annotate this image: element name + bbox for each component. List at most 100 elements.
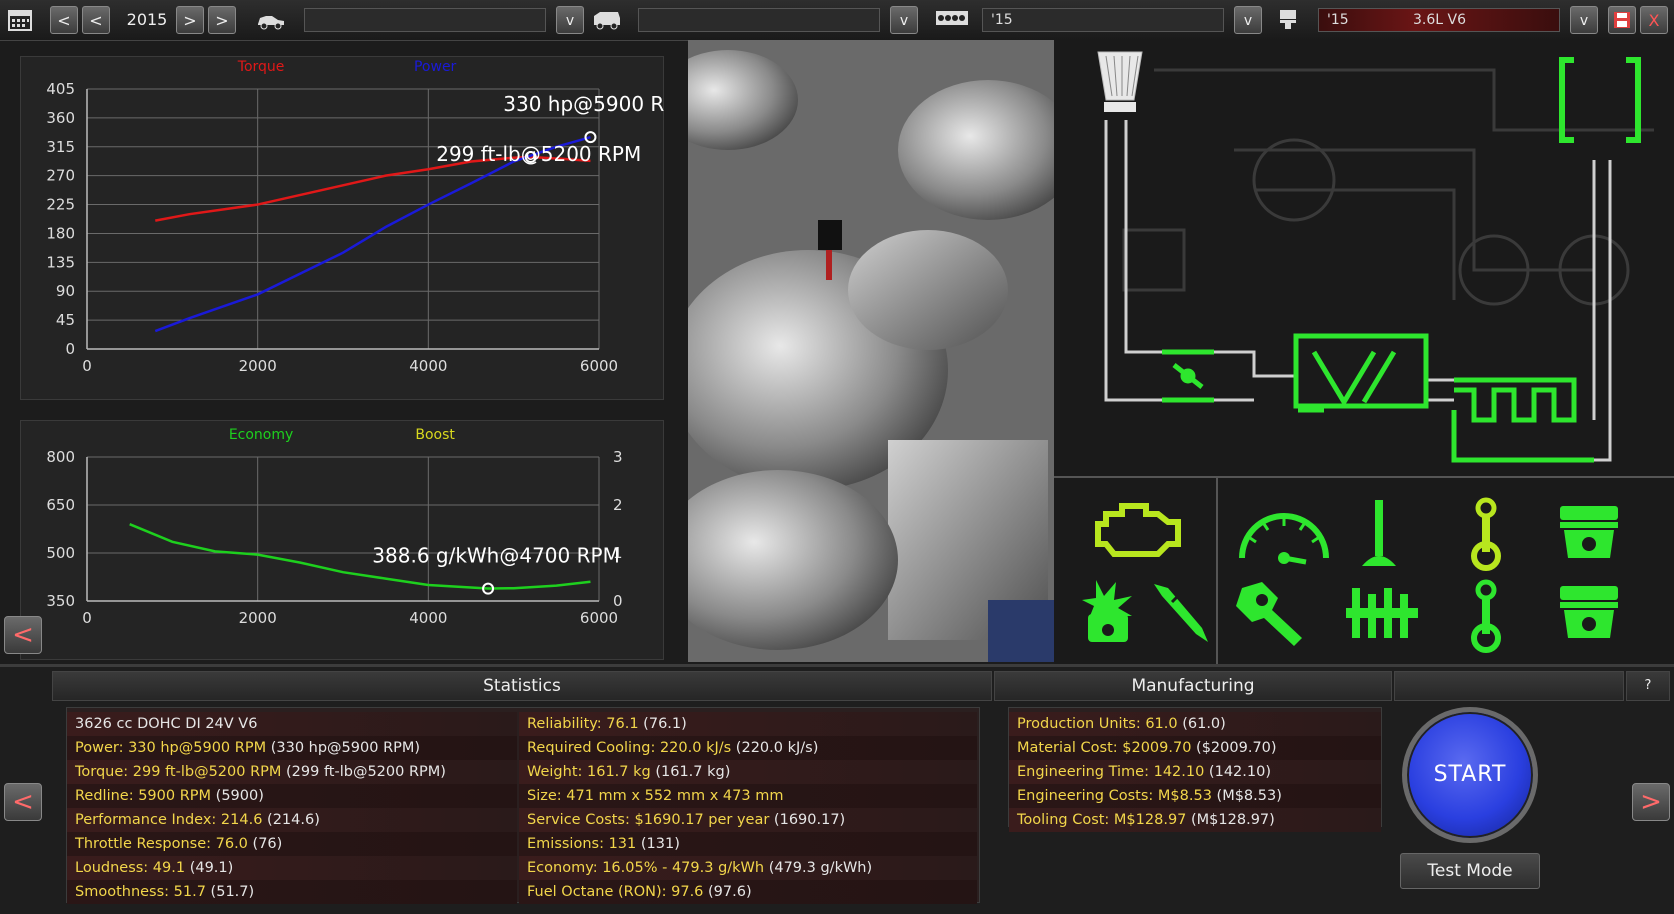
stat-row: Redline: 5900 RPM (5900) (67, 784, 517, 808)
tuning-wrench-icon[interactable] (1232, 578, 1322, 648)
bottom-info-panel: Statistics Manufacturing ? 3626 cc DOHC … (0, 664, 1674, 914)
stat-value: Loudness: 49.1 (75, 860, 186, 876)
collapse-charts-button[interactable]: < (4, 616, 42, 654)
y-tick-label: 270 (46, 167, 75, 185)
manufacturing-rows: Production Units: 61.0 (61.0) Material Co… (1009, 712, 1381, 832)
stat-base-value: (M$128.97) (1186, 812, 1275, 828)
tachometer-icon[interactable] (1234, 498, 1334, 568)
header-spacer (1394, 671, 1624, 701)
connecting-rod-icon[interactable] (1466, 496, 1506, 572)
y-tick-label: 650 (46, 496, 75, 514)
stat-value: Required Cooling: 220.0 kJ/s (527, 740, 732, 756)
next-page-button[interactable]: > (1632, 783, 1670, 821)
piston-top-icon[interactable] (1554, 502, 1624, 566)
car-model-dropdown[interactable]: v (556, 6, 584, 34)
stat-value: Throttle Response: 76.0 (75, 836, 248, 852)
year-prev-far-button[interactable]: < (50, 6, 78, 34)
series-torque-line (155, 155, 591, 222)
stat-row: Performance Index: 214.6 (214.6) (67, 808, 517, 832)
manufacturing-header: Manufacturing (994, 671, 1392, 701)
stat-value: Service Costs: $1690.17 per year (527, 812, 770, 828)
camshaft-icon[interactable] (1342, 582, 1422, 642)
engine-3d-view[interactable] (688, 40, 1054, 662)
stat-value: Redline: 5900 RPM (75, 788, 212, 804)
air-filter-icon[interactable] (1097, 51, 1143, 112)
engine-family-dropdown[interactable]: v (1234, 6, 1262, 34)
peak-label: 299 ft-lb@5200 RPM (436, 142, 641, 166)
connecting-rod-alt-icon[interactable] (1466, 578, 1506, 654)
previous-page-button[interactable]: < (4, 783, 42, 821)
y-tick-label: 500 (46, 544, 75, 562)
stat-value: Emissions: 131 (527, 836, 637, 852)
trim-field[interactable] (638, 8, 880, 32)
close-button[interactable]: X (1640, 6, 1668, 34)
car-icon (256, 8, 284, 32)
calendar-icon[interactable] (6, 8, 34, 32)
manufacturing-table: Production Units: 61.0 (61.0) Material Co… (1008, 707, 1382, 832)
part-selector-panel (1054, 476, 1674, 664)
trim-dropdown[interactable]: v (890, 6, 918, 34)
stat-row: Economy: 16.05% - 479.3 g/kWh (479.3 g/k… (519, 856, 977, 880)
engine-variant-dropdown[interactable]: v (1570, 6, 1598, 34)
year-prev-button[interactable]: < (82, 6, 110, 34)
x-tick-label: 2000 (239, 609, 277, 627)
stat-base-value: (97.6) (703, 884, 752, 900)
stat-value: Tooling Cost: M$128.97 (1017, 812, 1187, 828)
valve-icon[interactable] (1354, 496, 1404, 572)
ignition-explosion-icon[interactable] (1076, 576, 1146, 646)
engine-check-icon[interactable] (1094, 500, 1184, 560)
stat-row: Engineering Time: 142.10 (142.10) (1009, 760, 1381, 784)
legend-economy: Economy (229, 427, 293, 443)
stat-value: Torque: 299 ft-lb@5200 RPM (75, 764, 282, 780)
y-tick-label: 315 (46, 138, 75, 156)
y-tick-label: 90 (56, 282, 75, 300)
stat-base-value: (51.7) (205, 884, 255, 900)
stat-base-value: (214.6) (262, 812, 320, 828)
fuel-injector-icon[interactable] (1148, 578, 1218, 648)
stat-row: Material Cost: $2009.70 ($2009.70) (1009, 736, 1381, 760)
exhaust-tip-icon[interactable] (1559, 57, 1641, 143)
stat-base-value: (76) (247, 836, 283, 852)
x-tick-label: 0 (82, 609, 92, 627)
stat-row: Size: 471 mm x 552 mm x 473 mm (519, 784, 977, 808)
statistics-left-column: 3626 cc DOHC DI 24V V6 Power: 330 hp@5900… (67, 712, 517, 904)
van-icon (592, 8, 620, 32)
stat-row: Reliability: 76.1 (76.1) (519, 712, 977, 736)
engine-family-field[interactable]: '15 (982, 8, 1224, 32)
stat-base-value: (299 ft-lb@5200 RPM) (281, 764, 446, 780)
start-button[interactable]: START (1402, 707, 1538, 843)
save-icon[interactable] (1608, 6, 1636, 34)
stat-base-value: ($2009.70) (1191, 740, 1277, 756)
stat-base-value: (5900) (211, 788, 264, 804)
torque-power-chart-panel: 0 2000 4000 6000 0 45 90 135 180 225 270 315 360 405 T… (20, 56, 694, 400)
stat-value: Smoothness: 51.7 (75, 884, 206, 900)
economy-boost-chart-panel: 0 2000 4000 6000 350 500 650 800 0 1 2 3 Economy Boos… (20, 420, 664, 660)
y-tick-label: 135 (46, 253, 75, 271)
engine-variant-field[interactable]: '15 3.6L V6 (1318, 8, 1560, 32)
stat-base-value: (131) (636, 836, 680, 852)
exhaust-manifold-icon[interactable] (1451, 377, 1594, 463)
stat-value: Weight: 161.7 kg (527, 764, 651, 780)
car-model-field[interactable] (304, 8, 546, 32)
y-tick-label: 360 (46, 109, 75, 127)
help-button[interactable]: ? (1626, 671, 1670, 701)
piston-bottom-icon[interactable] (1554, 582, 1624, 646)
y-tick-label: 350 (46, 592, 75, 610)
stat-value: Economy: 16.05% - 479.3 g/kWh (527, 860, 765, 876)
y2-tick-label: 2 (613, 496, 623, 514)
test-mode-button[interactable]: Test Mode (1400, 853, 1540, 889)
intake-manifold-icon[interactable] (1293, 333, 1429, 413)
stat-base-value: (220.0 kJ/s) (731, 740, 819, 756)
stat-value: Engineering Time: 142.10 (1017, 764, 1205, 780)
stat-value: Production Units: 61.0 (1017, 716, 1178, 732)
y-tick-label: 800 (46, 448, 75, 466)
stat-base-value: (M$8.53) (1211, 788, 1282, 804)
statistics-header: Statistics (52, 671, 992, 701)
year-next-far-button[interactable]: > (208, 6, 236, 34)
throttle-body-icon[interactable] (1162, 349, 1214, 403)
variant-name: 3.6L V6 (1413, 12, 1466, 28)
year-next-button[interactable]: > (176, 6, 204, 34)
y-tick-label: 405 (46, 80, 75, 98)
stat-base-value: (330 hp@5900 RPM) (266, 740, 421, 756)
year-label: 2015 (126, 10, 168, 29)
